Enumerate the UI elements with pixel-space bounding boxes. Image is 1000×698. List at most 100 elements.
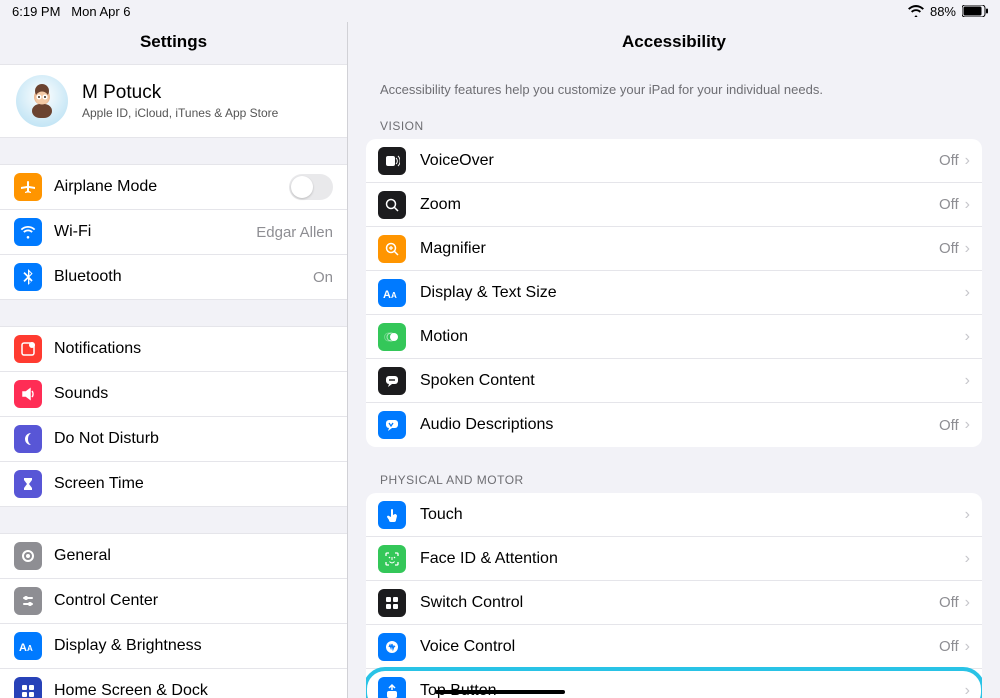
- home-indicator[interactable]: [435, 690, 565, 694]
- chevron-right-icon: ›: [965, 416, 970, 434]
- sidebar-item-general[interactable]: General: [0, 534, 347, 579]
- sidebar-item-label: Do Not Disturb: [54, 430, 333, 448]
- sidebar-group-connectivity: Airplane Mode Wi-Fi Edgar Allen Bluetoot…: [0, 164, 347, 300]
- section-header-physical: PHYSICAL AND MOTOR: [366, 473, 982, 493]
- apple-id-row[interactable]: M Potuck Apple ID, iCloud, iTunes & App …: [0, 64, 347, 138]
- sidebar-item-notifications[interactable]: Notifications: [0, 327, 347, 372]
- sidebar-item-label: Wi-Fi: [54, 223, 256, 241]
- audio-description-icon: [378, 411, 406, 439]
- notifications-icon: [14, 335, 42, 363]
- option-label: VoiceOver: [420, 152, 939, 170]
- sidebar-item-home-screen-dock[interactable]: Home Screen & Dock: [0, 669, 347, 698]
- option-label: Zoom: [420, 196, 939, 214]
- switch-control-icon: [378, 589, 406, 617]
- sidebar-item-bluetooth[interactable]: Bluetooth On: [0, 255, 347, 299]
- option-label: Display & Text Size: [420, 284, 965, 302]
- option-audio-descriptions[interactable]: Audio Descriptions Off ›: [366, 403, 982, 447]
- option-display-text-size[interactable]: AA Display & Text Size ›: [366, 271, 982, 315]
- face-id-icon: [378, 545, 406, 573]
- sidebar-item-screen-time[interactable]: Screen Time: [0, 462, 347, 506]
- battery-percent: 88%: [930, 4, 956, 19]
- option-label: Magnifier: [420, 240, 939, 258]
- option-touch[interactable]: Touch ›: [366, 493, 982, 537]
- detail-title: Accessibility: [348, 22, 1000, 64]
- option-value: Off: [939, 152, 959, 169]
- sidebar-item-label: Sounds: [54, 385, 333, 403]
- chevron-right-icon: ›: [965, 152, 970, 170]
- sidebar-item-label: Bluetooth: [54, 268, 313, 286]
- sidebar-group-notifications: Notifications Sounds Do Not Disturb Scre…: [0, 326, 347, 507]
- touch-icon: [378, 501, 406, 529]
- avatar: [16, 75, 68, 127]
- settings-sidebar: Settings M Potuck Apple ID, iCloud, iTun…: [0, 22, 348, 698]
- detail-scroll[interactable]: Accessibility features help you customiz…: [348, 64, 1000, 698]
- option-label: Switch Control: [420, 594, 939, 612]
- sidebar-item-label: Notifications: [54, 340, 333, 358]
- chevron-right-icon: ›: [965, 550, 970, 568]
- detail-description: Accessibility features help you customiz…: [366, 64, 982, 119]
- option-label: Touch: [420, 506, 965, 524]
- option-value: Off: [939, 417, 959, 434]
- text-size-icon: AA: [14, 632, 42, 660]
- magnifier-icon: [378, 235, 406, 263]
- account-subtitle: Apple ID, iCloud, iTunes & App Store: [82, 106, 278, 120]
- option-value: Off: [939, 638, 959, 655]
- bluetooth-icon: [14, 263, 42, 291]
- chevron-right-icon: ›: [965, 682, 970, 698]
- bluetooth-value: On: [313, 269, 333, 286]
- option-voiceover[interactable]: VoiceOver Off ›: [366, 139, 982, 183]
- svg-text:A: A: [383, 289, 391, 300]
- sidebar-item-wifi[interactable]: Wi-Fi Edgar Allen: [0, 210, 347, 255]
- option-face-id[interactable]: Face ID & Attention ›: [366, 537, 982, 581]
- sidebar-item-do-not-disturb[interactable]: Do Not Disturb: [0, 417, 347, 462]
- status-left: 6:19 PM Mon Apr 6: [12, 4, 131, 19]
- account-name: M Potuck: [82, 82, 278, 104]
- option-switch-control[interactable]: Switch Control Off ›: [366, 581, 982, 625]
- option-spoken-content[interactable]: Spoken Content ›: [366, 359, 982, 403]
- chevron-right-icon: ›: [965, 328, 970, 346]
- battery-icon: [962, 5, 988, 17]
- sidebar-item-label: Display & Brightness: [54, 637, 333, 655]
- airplane-icon: [14, 173, 42, 201]
- wifi-value: Edgar Allen: [256, 224, 333, 241]
- option-label: Voice Control: [420, 638, 939, 656]
- status-time: 6:19 PM: [12, 4, 60, 19]
- option-voice-control[interactable]: Voice Control Off ›: [366, 625, 982, 669]
- sidebar-item-display-brightness[interactable]: AA Display & Brightness: [0, 624, 347, 669]
- wifi-settings-icon: [14, 218, 42, 246]
- airplane-mode-toggle[interactable]: [289, 174, 333, 200]
- sidebar-item-control-center[interactable]: Control Center: [0, 579, 347, 624]
- option-motion[interactable]: Motion ›: [366, 315, 982, 359]
- svg-text:A: A: [27, 644, 33, 653]
- chevron-right-icon: ›: [965, 506, 970, 524]
- option-zoom[interactable]: Zoom Off ›: [366, 183, 982, 227]
- text-size-icon: AA: [378, 279, 406, 307]
- sidebar-group-general: General Control Center AA Display & Brig…: [0, 533, 347, 698]
- motion-icon: [378, 323, 406, 351]
- hourglass-icon: [14, 470, 42, 498]
- moon-icon: [14, 425, 42, 453]
- top-button-icon: [378, 677, 406, 698]
- option-label: Audio Descriptions: [420, 416, 939, 434]
- accessibility-detail: Accessibility Accessibility features hel…: [348, 22, 1000, 698]
- chevron-right-icon: ›: [965, 240, 970, 258]
- option-value: Off: [939, 594, 959, 611]
- chevron-right-icon: ›: [965, 594, 970, 612]
- option-magnifier[interactable]: Magnifier Off ›: [366, 227, 982, 271]
- chevron-right-icon: ›: [965, 284, 970, 302]
- chevron-right-icon: ›: [965, 196, 970, 214]
- sidebar-item-label: Home Screen & Dock: [54, 682, 333, 698]
- option-label: Motion: [420, 328, 965, 346]
- status-right: 88%: [908, 4, 988, 19]
- sidebar-title: Settings: [0, 22, 347, 64]
- sidebar-item-airplane-mode[interactable]: Airplane Mode: [0, 165, 347, 210]
- option-value: Off: [939, 240, 959, 257]
- zoom-icon: [378, 191, 406, 219]
- sliders-icon: [14, 587, 42, 615]
- grid-icon: [14, 677, 42, 698]
- sidebar-item-label: General: [54, 547, 333, 565]
- option-label: Face ID & Attention: [420, 550, 965, 568]
- sidebar-item-sounds[interactable]: Sounds: [0, 372, 347, 417]
- option-label: Spoken Content: [420, 372, 965, 390]
- sidebar-item-label: Control Center: [54, 592, 333, 610]
